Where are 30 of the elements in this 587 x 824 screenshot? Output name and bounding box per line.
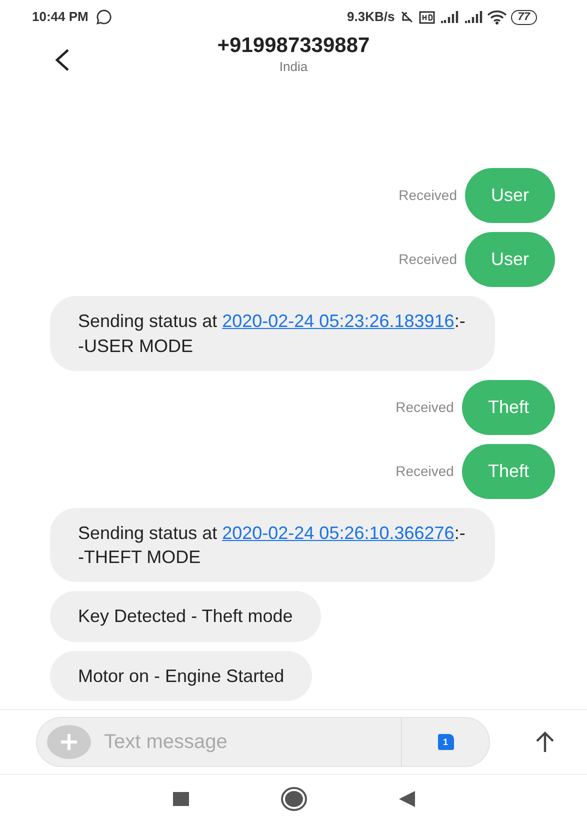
- sent-message: Theft: [462, 380, 555, 435]
- alarm-off-icon: [398, 10, 415, 24]
- back-nav-icon[interactable]: [398, 790, 416, 808]
- delivery-status: Received: [398, 186, 457, 206]
- status-time: 10:44 PM: [32, 8, 88, 26]
- chat-bubble-icon: [96, 9, 112, 25]
- contact-country: India: [279, 58, 308, 76]
- hd-icon: [418, 10, 435, 24]
- delivery-status: Received: [396, 398, 454, 417]
- sent-message: User: [464, 232, 555, 288]
- signal-icon: [462, 10, 483, 24]
- wifi-icon: [486, 10, 507, 24]
- received-message: Key Detected - Theft mode: [50, 591, 321, 642]
- contact-number: +919987339887: [217, 34, 370, 58]
- received-message: Sending status at 2020-02-24 05:23:26.183916:--USER MODE: [50, 296, 495, 371]
- date-link[interactable]: 2020-02-24 05:23:26.183916: [222, 311, 454, 332]
- sim-icon[interactable]: 1: [438, 734, 454, 750]
- delivery-status: Received: [398, 250, 457, 270]
- date-link[interactable]: 2020-02-24 05:26:10.366276: [222, 522, 454, 543]
- home-icon[interactable]: [280, 786, 308, 812]
- message-field[interactable]: Text message 1: [36, 717, 490, 767]
- sent-message: Theft: [462, 444, 555, 499]
- battery-level: 77: [510, 10, 537, 24]
- received-message: Sending status at 2020-02-24 05:26:10.366276:--THEFT MODE: [50, 508, 495, 582]
- network-speed: 9.3KB/s: [347, 8, 395, 26]
- delivery-status: Received: [396, 462, 454, 481]
- sent-message: User: [464, 168, 555, 224]
- recents-icon[interactable]: [172, 791, 190, 807]
- signal-icon: [438, 10, 459, 24]
- received-message: Motor on - Engine Started: [50, 650, 312, 701]
